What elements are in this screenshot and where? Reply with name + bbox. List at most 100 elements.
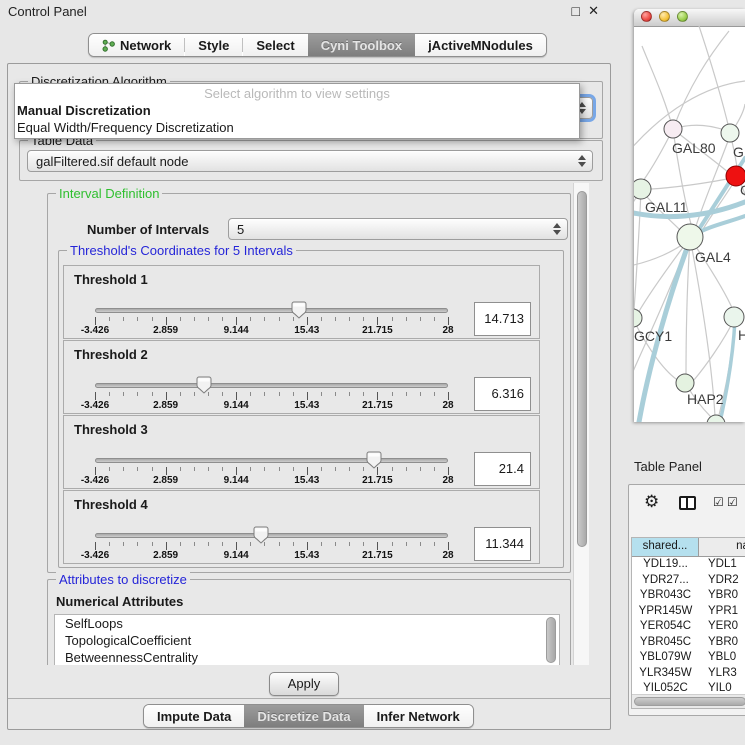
threshold-slider[interactable]: -3.4262.8599.14415.4321.71528 (95, 416, 448, 490)
table-row[interactable]: YDL19...YDL1 (632, 557, 745, 573)
slider-thumb-icon[interactable] (253, 526, 269, 544)
cell-shared-name: YBR043C (632, 588, 699, 604)
table-row[interactable]: YDR27...YDR2 (632, 573, 745, 589)
cell-name: YBR0 (699, 588, 745, 604)
network-node-label: GAL4 (695, 249, 731, 265)
threshold-value-field[interactable]: 6.316 (474, 377, 531, 411)
tick-label: 9.144 (224, 400, 249, 411)
network-node[interactable] (634, 309, 642, 327)
tab-network[interactable]: Network (89, 34, 184, 56)
tick-label: 21.715 (362, 400, 393, 411)
cell-shared-name: YBR045C (632, 635, 699, 651)
number-of-intervals-select[interactable]: 5 (228, 218, 568, 240)
network-edge (686, 238, 690, 375)
network-edge (673, 31, 729, 129)
threshold-value-field[interactable]: 11.344 (474, 527, 531, 561)
column-header-name[interactable]: na (699, 538, 745, 556)
slider-thumb-icon[interactable] (366, 451, 382, 469)
table-hscrollbar-thumb[interactable] (634, 697, 745, 706)
network-node-label: G (733, 144, 744, 160)
tick-label: -3.426 (81, 475, 109, 486)
tick-label: 9.144 (224, 475, 249, 486)
slider-track[interactable] (95, 533, 448, 538)
tab-style[interactable]: Style (185, 34, 242, 56)
network-node-label: C (740, 182, 745, 198)
network-window-titlebar[interactable] (634, 9, 745, 27)
threshold-panel: Threshold 2 -3.4262.8599.14415.4321.7152… (63, 340, 540, 414)
zoom-traffic-light-icon[interactable] (677, 11, 688, 22)
settings-scrollbar[interactable] (573, 183, 589, 665)
slider-track[interactable] (95, 458, 448, 463)
threshold-slider[interactable]: -3.4262.8599.14415.4321.71528 (95, 341, 448, 415)
checked-box-icon[interactable]: ☑ (727, 495, 738, 509)
threshold-panel: Threshold 1 -3.4262.8599.14415.4321.7152… (63, 265, 540, 339)
network-node[interactable] (676, 374, 694, 392)
close-traffic-light-icon[interactable] (641, 11, 652, 22)
gear-icon[interactable]: ⚙ (644, 493, 659, 511)
cell-shared-name: YDL19... (632, 557, 699, 573)
tab-discretize-data[interactable]: Discretize Data (244, 705, 363, 727)
slider-thumb-icon[interactable] (196, 376, 212, 394)
minimize-traffic-light-icon[interactable] (659, 11, 670, 22)
float-window-icon[interactable]: □ (572, 3, 580, 19)
network-node[interactable] (664, 120, 682, 138)
slider-track[interactable] (95, 383, 448, 388)
network-canvas[interactable]: GAL80GCGAL11GAL4GCY1HHAP2 (634, 26, 745, 422)
tab-infer-network[interactable]: Infer Network (364, 705, 473, 727)
network-node[interactable] (724, 307, 744, 327)
table-row[interactable]: YLR345WYLR3 (632, 666, 745, 682)
list-scrollbar-thumb[interactable] (546, 617, 556, 663)
attribute-item[interactable]: TopologicalCoefficient (55, 632, 559, 649)
table-row[interactable]: YER054CYER0 (632, 619, 745, 635)
tab-cyni-toolbox[interactable]: Cyni Toolbox (308, 34, 415, 56)
tick-label: 15.43 (294, 400, 319, 411)
tab-select[interactable]: Select (243, 34, 307, 56)
tick-label: 21.715 (362, 475, 393, 486)
table-row[interactable]: YPR145WYPR1 (632, 604, 745, 620)
table-row[interactable]: YBR045CYBR0 (632, 635, 745, 651)
split-table-icon[interactable] (679, 496, 696, 510)
apply-button[interactable]: Apply (269, 672, 339, 696)
slider-thumb-icon[interactable] (291, 301, 307, 319)
tick-label: 21.715 (362, 325, 393, 336)
column-header-shared-name[interactable]: shared... (632, 538, 699, 556)
algorithm-option[interactable]: Equal Width/Frequency Discretization (15, 119, 579, 136)
algorithm-dropdown-popup: Select algorithm to view settings Manual… (14, 83, 580, 139)
table-row[interactable]: YBR043CYBR0 (632, 588, 745, 604)
algorithm-option[interactable]: Manual Discretization (15, 102, 579, 119)
cyni-toolbox-panel: Discretization Algorithm Table Data galF… (7, 63, 611, 730)
threshold-slider[interactable]: -3.4262.8599.14415.4321.71528 (95, 266, 448, 340)
cell-name: YPR1 (699, 604, 745, 620)
checked-box-icon[interactable]: ☑ (713, 495, 724, 509)
slider-tick-labels: -3.4262.8599.14415.4321.71528 (95, 550, 448, 562)
number-of-intervals-label: Number of Intervals (87, 222, 209, 237)
tick-label: 21.715 (362, 550, 393, 561)
attribute-item[interactable]: BetweennessCentrality (55, 649, 559, 665)
table-data-select[interactable]: galFiltered.sif default node (27, 150, 593, 172)
cell-shared-name: YIL052C (632, 681, 699, 693)
network-node[interactable] (634, 179, 651, 199)
tab-impute-data[interactable]: Impute Data (144, 705, 244, 727)
close-icon[interactable]: ✕ (588, 3, 599, 19)
table-row[interactable]: YBL079WYBL0 (632, 650, 745, 666)
slider-track[interactable] (95, 308, 448, 313)
attributes-listbox[interactable]: SelfLoopsTopologicalCoefficientBetweenne… (54, 614, 560, 665)
network-node[interactable] (721, 124, 739, 142)
cell-name: YDL1 (699, 557, 745, 573)
table-row[interactable]: YIL052CYIL0 (632, 681, 745, 693)
tab-jactivemnodules[interactable]: jActiveMNodules (415, 34, 546, 56)
threshold-value-field[interactable]: 21.4 (474, 452, 531, 486)
network-node[interactable] (677, 224, 703, 250)
threshold-slider[interactable]: -3.4262.8599.14415.4321.71528 (95, 491, 448, 565)
combo-arrows-icon (553, 223, 561, 235)
algorithm-options: Manual DiscretizationEqual Width/Frequen… (15, 102, 579, 136)
attribute-item[interactable]: SelfLoops (55, 615, 559, 632)
table-panel-title: Table Panel (634, 459, 702, 474)
table-hscrollbar[interactable] (632, 694, 745, 708)
settings-scrollbar-thumb[interactable] (577, 191, 587, 547)
threshold-value-field[interactable]: 14.713 (474, 302, 531, 336)
node-table: shared... na YDL19...YDL1YDR27...YDR2YBR… (631, 537, 745, 709)
algorithm-prompt: Select algorithm to view settings (15, 85, 579, 102)
slider-tick-labels: -3.4262.8599.14415.4321.71528 (95, 400, 448, 412)
cell-shared-name: YER054C (632, 619, 699, 635)
